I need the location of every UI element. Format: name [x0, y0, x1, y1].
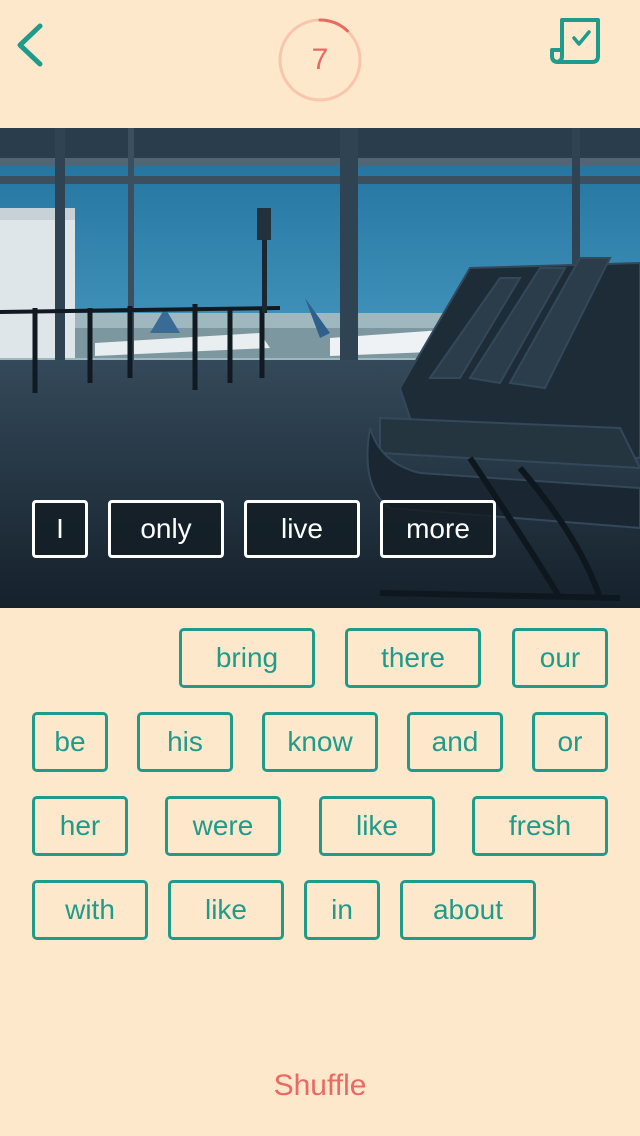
word-tile[interactable]: there: [345, 628, 481, 688]
word-tile[interactable]: fresh: [472, 796, 608, 856]
back-button[interactable]: [10, 22, 54, 68]
word-tile[interactable]: like: [168, 880, 284, 940]
word-tile[interactable]: be: [32, 712, 108, 772]
answer-word-4[interactable]: more: [380, 500, 496, 558]
word-tile[interactable]: in: [304, 880, 380, 940]
answer-word-1[interactable]: I: [32, 500, 88, 558]
word-tile[interactable]: her: [32, 796, 128, 856]
word-tile[interactable]: his: [137, 712, 233, 772]
word-tile[interactable]: with: [32, 880, 148, 940]
word-tile[interactable]: were: [165, 796, 281, 856]
word-tile[interactable]: like: [319, 796, 435, 856]
chevron-left-icon: [17, 23, 43, 67]
answer-word-2[interactable]: only: [108, 500, 224, 558]
word-tile[interactable]: know: [262, 712, 378, 772]
checklist-icon: [550, 18, 600, 64]
word-tile[interactable]: bring: [179, 628, 315, 688]
timer-value: 7: [311, 43, 329, 76]
word-tile[interactable]: or: [532, 712, 608, 772]
submit-button[interactable]: [548, 16, 602, 68]
shuffle-button[interactable]: Shuffle: [220, 1062, 420, 1110]
top-bar: 7: [0, 0, 640, 128]
word-tile[interactable]: our: [512, 628, 608, 688]
airport-photo: I only live more: [0, 128, 640, 608]
countdown-timer: 7: [277, 17, 363, 103]
answer-word-3[interactable]: live: [244, 500, 360, 558]
word-tile[interactable]: and: [407, 712, 503, 772]
word-tile[interactable]: about: [400, 880, 536, 940]
